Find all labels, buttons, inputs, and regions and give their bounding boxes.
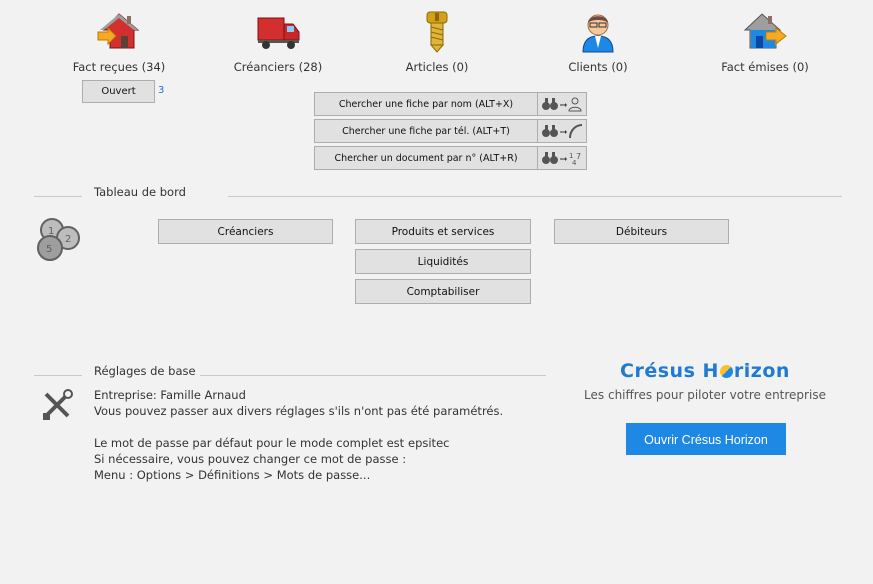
svg-text:2: 2 (65, 234, 71, 245)
creanciers-button[interactable]: Créanciers (158, 219, 333, 244)
person-icon (582, 14, 614, 53)
nav-label: Créanciers (28) (233, 60, 323, 74)
open-horizon-button[interactable]: Ouvrir Crésus Horizon (626, 423, 786, 455)
nav-clients[interactable]: Clients (0) (523, 8, 673, 74)
section-divider (34, 375, 82, 376)
nav-label: Clients (0) (568, 60, 628, 74)
section-divider (200, 375, 546, 376)
settings-title: Réglages de base (94, 364, 196, 378)
binoculars-number-icon[interactable]: 1 4 7 (537, 146, 587, 170)
dashboard-title: Tableau de bord (94, 185, 186, 199)
horizon-logo: Crésus Hrizon (620, 360, 790, 382)
search-by-phone-button[interactable]: Chercher une fiche par tél. (ALT+T) (314, 119, 538, 143)
password-change-text: Si nécessaire, vous pouvez changer ce mo… (94, 452, 407, 466)
section-divider (34, 196, 82, 197)
horizon-o-icon (719, 365, 733, 378)
binoculars-person-icon[interactable] (537, 92, 587, 116)
screw-icon (426, 11, 448, 53)
binoculars-phone-icon[interactable] (537, 119, 587, 143)
comptabiliser-button[interactable]: Comptabiliser (355, 279, 531, 304)
nav-fact-recues[interactable]: Fact reçues (34) (44, 8, 194, 74)
svg-text:1: 1 (48, 226, 54, 237)
section-divider (228, 196, 842, 197)
password-menu-path: Menu : Options > Définitions > Mots de p… (94, 468, 371, 482)
open-count[interactable]: 3 (158, 85, 164, 96)
settings-info-text: Vous pouvez passer aux divers réglages s… (94, 404, 504, 418)
search-by-name-button[interactable]: Chercher une fiche par nom (ALT+X) (314, 92, 538, 116)
tools-icon (43, 389, 73, 420)
nav-label: Articles (0) (405, 60, 469, 74)
search-by-phone-row: Chercher une fiche par tél. (ALT+T) (314, 119, 587, 143)
nav-label: Fact reçues (34) (72, 60, 166, 74)
svg-text:7: 7 (576, 152, 581, 161)
password-info-text: Le mot de passe par défaut pour le mode … (94, 436, 405, 450)
coins-icon: 1 2 5 (37, 218, 80, 261)
nav-label: Fact émises (0) (721, 60, 809, 74)
truck-icon (257, 17, 300, 49)
house-arrow-out-icon (743, 13, 787, 49)
nav-fact-emises[interactable]: Fact émises (0) (690, 8, 840, 74)
nav-creanciers[interactable]: Créanciers (28) (203, 8, 353, 74)
liquidites-button[interactable]: Liquidités (355, 249, 531, 274)
svg-text:5: 5 (46, 244, 52, 255)
nav-articles[interactable]: Articles (0) (362, 8, 512, 74)
house-arrow-in-icon (97, 13, 140, 49)
debiteurs-button[interactable]: Débiteurs (554, 219, 729, 244)
company-text: Entreprise: Famille Arnaud (94, 388, 246, 402)
search-by-name-row: Chercher une fiche par nom (ALT+X) (314, 92, 587, 116)
open-button[interactable]: Ouvert (82, 80, 155, 103)
search-by-number-row: Chercher un document par n° (ALT+R) 1 4 … (314, 146, 587, 170)
search-by-number-button[interactable]: Chercher un document par n° (ALT+R) (314, 146, 538, 170)
default-password: epsitec (408, 436, 450, 450)
produits-services-button[interactable]: Produits et services (355, 219, 531, 244)
horizon-subtitle: Les chiffres pour piloter votre entrepri… (584, 388, 826, 402)
